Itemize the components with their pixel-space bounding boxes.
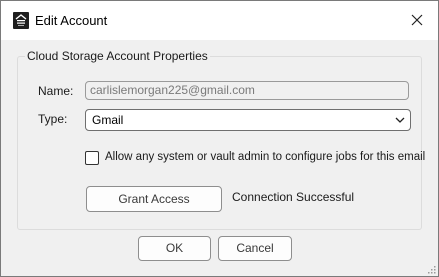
type-label: Type:: [38, 112, 68, 126]
storage-server-icon: [13, 12, 29, 29]
cancel-button[interactable]: Cancel: [218, 236, 292, 261]
chevron-down-icon: [395, 117, 405, 123]
allow-admin-label[interactable]: Allow any system or vault admin to confi…: [105, 151, 425, 163]
type-select-value: Gmail: [92, 113, 124, 127]
allow-admin-checkbox[interactable]: [85, 151, 99, 165]
connection-status: Connection Successful: [232, 190, 355, 204]
name-label: Name:: [38, 84, 74, 98]
name-field: carlislemorgan225@gmail.com: [85, 81, 409, 100]
ok-button[interactable]: OK: [138, 236, 211, 261]
resize-grip-icon[interactable]: [426, 264, 436, 274]
type-select[interactable]: Gmail: [85, 109, 411, 131]
grant-access-button[interactable]: Grant Access: [86, 186, 222, 212]
edit-account-dialog: Edit Account Cloud Storage Account Prope…: [0, 0, 439, 277]
close-button[interactable]: [405, 9, 429, 31]
title-bar[interactable]: Edit Account: [1, 1, 438, 40]
group-title: Cloud Storage Account Properties: [25, 49, 210, 63]
close-icon: [411, 14, 423, 26]
dialog-title: Edit Account: [35, 13, 108, 28]
